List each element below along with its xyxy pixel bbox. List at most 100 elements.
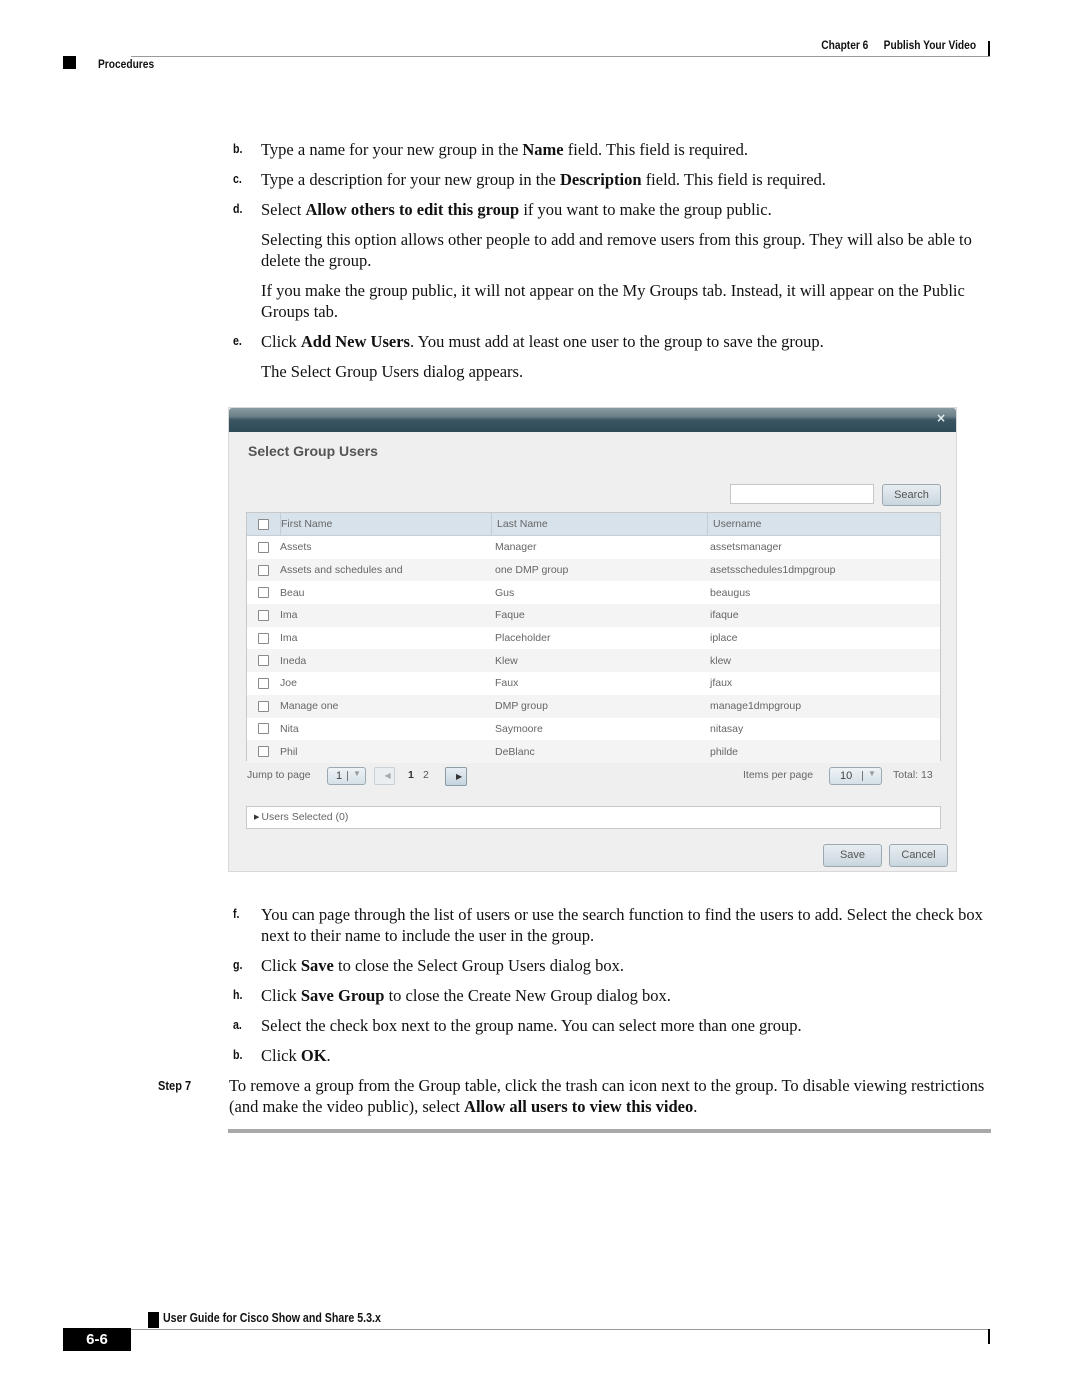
row-checkbox[interactable] xyxy=(258,587,269,599)
ui-term: Save Group xyxy=(300,986,385,1005)
column-header-label: First Name xyxy=(281,518,333,530)
cell-first-name: Assets xyxy=(280,541,312,554)
ui-term: Allow others to edit this group xyxy=(305,200,520,219)
cell-first-name: Ineda xyxy=(280,654,307,667)
cell-first-name: Ima xyxy=(280,632,298,645)
row-checkbox[interactable] xyxy=(258,541,269,553)
step-text: Click Save Group to close the Create New… xyxy=(261,985,991,1006)
page-link-1[interactable]: 1 xyxy=(408,769,414,781)
table-row[interactable]: Phil DeBlanc philde xyxy=(247,740,940,763)
row-checkbox-cell xyxy=(247,655,280,667)
table-row[interactable]: Assets and schedules and one DMP group ase… xyxy=(247,558,940,582)
row-checkbox[interactable] xyxy=(258,700,269,712)
expand-triangle-icon: ▶ xyxy=(254,814,260,821)
guide-title: User Guide for Cisco Show and Share 5.3.… xyxy=(163,1311,381,1325)
dialog-title-bar: × xyxy=(229,408,956,432)
cell-last-name: Faque xyxy=(495,609,525,622)
header-checkbox-cell xyxy=(247,513,281,535)
previous-page-button[interactable]: ◀ xyxy=(374,767,395,785)
row-checkbox[interactable] xyxy=(258,632,269,644)
step-text: Click Add New Users. You must add at lea… xyxy=(261,331,991,352)
table-row[interactable]: Nita Saymoore nitasay xyxy=(247,717,940,741)
ui-term: Name xyxy=(522,140,564,159)
step-text-post: . xyxy=(326,1046,331,1065)
footer-bar-decoration xyxy=(988,1329,990,1344)
row-checkbox[interactable] xyxy=(258,655,269,667)
footer-rule xyxy=(131,1329,990,1330)
table-row[interactable]: Assets Manager assetsmanager xyxy=(247,536,940,559)
step-text: Type a description for your new group in… xyxy=(261,169,991,190)
users-table: First Name Last Name Username Assets Mana… xyxy=(246,512,941,763)
cell-username: nitasay xyxy=(710,722,744,735)
ui-term: Save xyxy=(300,956,334,975)
cell-first-name: Phil xyxy=(280,745,298,758)
users-selected-label: Users Selected (0) xyxy=(261,811,349,823)
items-per-page-dropdown[interactable]: 10 ▼ xyxy=(829,767,882,785)
table-row[interactable]: Joe Faux jfaux xyxy=(247,672,940,695)
items-per-page-label: Items per page xyxy=(743,769,814,781)
save-button[interactable]: Save xyxy=(823,844,882,867)
dialog-intro-text: The Select Group Users dialog appears. xyxy=(261,362,524,381)
step-text-post: field. This field is required. xyxy=(641,170,826,189)
search-button[interactable]: Search xyxy=(882,484,941,506)
step-text-post: if you want to make the group public. xyxy=(519,200,772,219)
table-row[interactable]: Ima Faque ifaque xyxy=(247,604,940,627)
users-selected-panel[interactable]: ▶ Users Selected (0) xyxy=(246,806,941,829)
jump-to-page-value: 1 xyxy=(336,770,343,782)
step-label: g. xyxy=(233,958,243,972)
table-row[interactable]: Manage one DMP group manage1dmpgroup xyxy=(247,694,940,718)
close-icon[interactable]: × xyxy=(936,411,946,425)
step-label: h. xyxy=(233,988,243,1002)
table-body: Assets Manager assetsmanager Assets and sch… xyxy=(247,536,940,763)
step-text: Type a name for your new group in the Na… xyxy=(261,139,991,160)
step-text-pre: Select xyxy=(261,200,306,219)
header-square-marker xyxy=(63,56,76,69)
cell-first-name: Manage one xyxy=(280,700,339,713)
step-number: Step 7 xyxy=(158,1078,192,1093)
table-row[interactable]: Beau Gus beaugus xyxy=(247,581,940,605)
jump-to-page-dropdown[interactable]: 1 ▼ xyxy=(327,767,366,785)
row-checkbox[interactable] xyxy=(258,677,269,689)
row-checkbox-cell xyxy=(247,587,280,599)
chapter-number: Chapter 6 xyxy=(821,38,869,52)
step-label: d. xyxy=(233,202,243,216)
step-text-post: to close the Create New Group dialog box… xyxy=(384,986,671,1005)
column-header-username[interactable]: Username xyxy=(708,513,940,535)
cell-username: ifaque xyxy=(710,609,739,622)
row-checkbox[interactable] xyxy=(258,564,269,576)
cell-username: beaugus xyxy=(710,586,751,599)
step-label: c. xyxy=(233,172,242,186)
note-paragraph: Selecting this option allows other peopl… xyxy=(261,230,972,270)
step-text: Click Save to close the Select Group Use… xyxy=(261,955,991,976)
cancel-button[interactable]: Cancel xyxy=(889,844,948,867)
row-checkbox[interactable] xyxy=(258,723,269,735)
select-all-checkbox[interactable] xyxy=(258,518,269,530)
column-header-last-name[interactable]: Last Name xyxy=(492,513,708,535)
search-input[interactable] xyxy=(730,484,874,504)
cell-username: jfaux xyxy=(710,677,733,690)
step-text: You can page through the list of users o… xyxy=(261,904,991,946)
column-header-first-name[interactable]: First Name xyxy=(281,513,492,535)
cell-username: asetsschedules1dmpgroup xyxy=(710,564,836,577)
row-checkbox[interactable] xyxy=(258,746,269,758)
cell-username: manage1dmpgroup xyxy=(710,700,802,713)
row-checkbox[interactable] xyxy=(258,609,269,621)
cell-last-name: Placeholder xyxy=(495,632,551,645)
page-link-2[interactable]: 2 xyxy=(423,769,429,781)
step-text-pre: Type a name for your new group in the xyxy=(261,140,523,159)
ui-term: OK xyxy=(300,1046,327,1065)
row-checkbox-cell xyxy=(247,723,280,735)
select-group-users-dialog: × Select Group Users Search First Name L… xyxy=(228,407,957,872)
total-count: Total: 13 xyxy=(893,769,933,781)
table-row[interactable]: Ima Placeholder iplace xyxy=(247,626,940,650)
cell-last-name: Faux xyxy=(495,677,519,690)
chapter-title: Publish Your Video xyxy=(883,38,976,52)
row-checkbox-cell xyxy=(247,700,280,712)
row-checkbox-cell xyxy=(247,541,280,553)
table-row[interactable]: Ineda Klew klew xyxy=(247,649,940,673)
next-page-button[interactable]: ▶ xyxy=(445,767,467,786)
jump-to-page-label: Jump to page xyxy=(247,769,311,781)
ui-term: Allow all users to view this video xyxy=(464,1097,694,1116)
dialog-heading: Select Group Users xyxy=(248,443,378,459)
header-rule xyxy=(131,56,990,57)
